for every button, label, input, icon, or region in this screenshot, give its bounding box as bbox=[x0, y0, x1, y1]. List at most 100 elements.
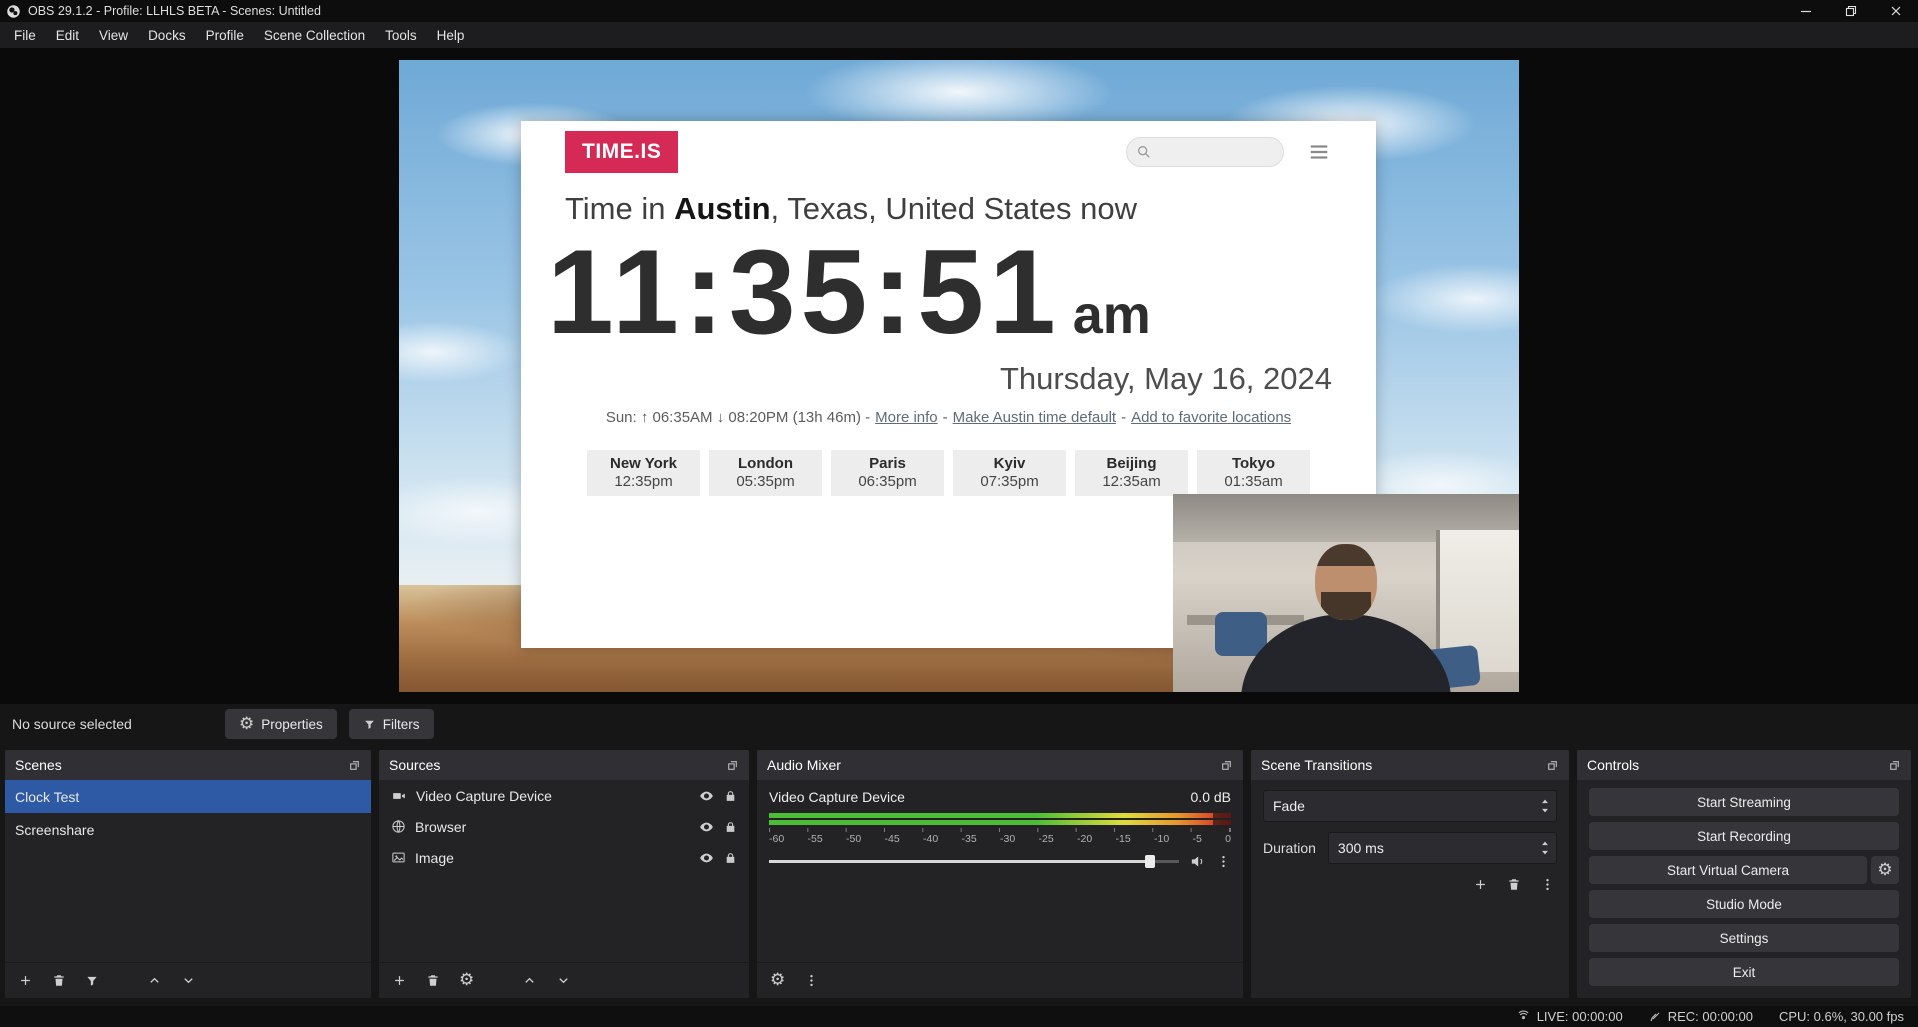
popout-icon[interactable] bbox=[1546, 759, 1559, 772]
docks-area: Scenes Clock Test Screenshare Sources bbox=[0, 744, 1918, 1006]
menu-file[interactable]: File bbox=[4, 22, 46, 48]
visibility-eye-icon[interactable] bbox=[698, 850, 715, 866]
timeis-date: Thursday, May 16, 2024 bbox=[521, 361, 1376, 397]
stream-status-icon bbox=[1517, 1010, 1530, 1023]
filters-button[interactable]: Filters bbox=[349, 709, 434, 739]
scene-item-clock-test[interactable]: Clock Test bbox=[5, 780, 371, 813]
speaker-icon[interactable] bbox=[1189, 853, 1206, 870]
timeis-clock: 11:35:51 am bbox=[521, 227, 1376, 357]
move-source-up-button[interactable] bbox=[522, 973, 537, 988]
statusbar: LIVE: 00:00:00 REC: 00:00:00 CPU: 0.6%, … bbox=[0, 1006, 1918, 1027]
lock-icon[interactable] bbox=[724, 820, 737, 834]
move-source-down-button[interactable] bbox=[556, 973, 571, 988]
timeis-search-input bbox=[1126, 137, 1284, 167]
timeis-heading: Time in Austin, Texas, United States now bbox=[565, 191, 1332, 227]
transition-select[interactable]: Fade bbox=[1263, 790, 1557, 822]
source-item-browser[interactable]: Browser bbox=[379, 811, 749, 842]
studio-mode-button[interactable]: Studio Mode bbox=[1589, 890, 1899, 918]
live-status: LIVE: 00:00:00 bbox=[1517, 1009, 1623, 1024]
selection-status: No source selected bbox=[12, 716, 225, 732]
menu-edit[interactable]: Edit bbox=[46, 22, 89, 48]
maximize-button[interactable] bbox=[1828, 0, 1873, 22]
sources-toolbar: ⚙ bbox=[379, 962, 749, 998]
menu-docks[interactable]: Docks bbox=[138, 22, 196, 48]
popout-icon[interactable] bbox=[1888, 759, 1901, 772]
audio-mixer-toolbar: ⚙ bbox=[757, 962, 1243, 998]
city-card: Beijing12:35am bbox=[1075, 450, 1188, 496]
mixer-device-name: Video Capture Device bbox=[769, 789, 905, 805]
clock-time: 11:35:51 bbox=[547, 227, 1061, 357]
popout-icon[interactable] bbox=[726, 759, 739, 772]
filter-icon bbox=[363, 718, 376, 731]
minimize-button[interactable] bbox=[1783, 0, 1828, 22]
city-card: New York12:35pm bbox=[587, 450, 700, 496]
move-scene-up-button[interactable] bbox=[147, 973, 162, 988]
source-item-video-capture[interactable]: Video Capture Device bbox=[379, 780, 749, 811]
gear-icon: ⚙ bbox=[1877, 862, 1892, 879]
settings-button[interactable]: Settings bbox=[1589, 924, 1899, 952]
duration-input[interactable]: 300 ms bbox=[1328, 832, 1557, 864]
close-button[interactable] bbox=[1873, 0, 1918, 22]
volume-slider-handle[interactable] bbox=[1145, 855, 1155, 868]
city-card: London05:35pm bbox=[709, 450, 822, 496]
controls-panel-header: Controls bbox=[1577, 750, 1911, 780]
add-source-button[interactable] bbox=[392, 973, 407, 988]
remove-transition-button[interactable] bbox=[1507, 877, 1521, 892]
meter-tickmarks bbox=[769, 828, 1231, 832]
remove-source-button[interactable] bbox=[426, 973, 440, 988]
timeis-sun-info: Sun: ↑ 06:35AM ↓ 08:20PM (13h 46m) - Mor… bbox=[521, 409, 1376, 426]
menu-tools[interactable]: Tools bbox=[375, 22, 427, 48]
menu-help[interactable]: Help bbox=[427, 22, 475, 48]
start-streaming-button[interactable]: Start Streaming bbox=[1589, 788, 1899, 816]
remove-scene-button[interactable] bbox=[52, 973, 66, 988]
spinner-updown-icon[interactable] bbox=[1538, 839, 1552, 857]
performance-stats: CPU: 0.6%, 30.00 fps bbox=[1779, 1009, 1904, 1024]
sources-panel-header: Sources bbox=[379, 750, 749, 780]
exit-button[interactable]: Exit bbox=[1589, 958, 1899, 986]
obs-logo-icon bbox=[6, 4, 21, 19]
scene-transitions-panel: Scene Transitions Fade Duration 300 ms bbox=[1251, 750, 1569, 998]
make-default-link: Make Austin time default bbox=[953, 409, 1116, 426]
chevron-updown-icon[interactable] bbox=[1538, 797, 1552, 815]
mixer-level-value: 0.0 dB bbox=[1191, 789, 1231, 805]
properties-button[interactable]: ⚙ Properties bbox=[225, 709, 337, 739]
popout-icon[interactable] bbox=[1220, 759, 1233, 772]
timeis-logo: TIME.IS bbox=[565, 131, 678, 173]
webcam-person-body bbox=[1241, 614, 1451, 692]
lock-icon[interactable] bbox=[724, 851, 737, 865]
scenes-panel: Scenes Clock Test Screenshare bbox=[5, 750, 371, 998]
record-status-icon bbox=[1649, 1011, 1661, 1023]
start-virtual-camera-button[interactable]: Start Virtual Camera bbox=[1589, 856, 1867, 884]
add-favorite-link: Add to favorite locations bbox=[1131, 409, 1291, 426]
hamburger-menu-icon bbox=[1306, 141, 1332, 163]
scene-filters-button[interactable] bbox=[85, 974, 99, 988]
source-toolbar: No source selected ⚙ Properties Filters bbox=[0, 704, 1918, 744]
popout-icon[interactable] bbox=[348, 759, 361, 772]
advanced-audio-button[interactable]: ⚙ bbox=[770, 972, 785, 989]
volume-slider[interactable] bbox=[769, 852, 1179, 870]
visibility-eye-icon[interactable] bbox=[698, 788, 715, 804]
start-recording-button[interactable]: Start Recording bbox=[1589, 822, 1899, 850]
add-scene-button[interactable] bbox=[18, 973, 33, 988]
source-properties-button[interactable]: ⚙ bbox=[459, 972, 474, 989]
preview-canvas[interactable]: TIME.IS Time in Austin, Texas, United St… bbox=[399, 60, 1519, 692]
virtual-camera-config-button[interactable]: ⚙ bbox=[1871, 856, 1899, 884]
scene-item-screenshare[interactable]: Screenshare bbox=[5, 813, 371, 846]
menu-view[interactable]: View bbox=[89, 22, 138, 48]
more-info-link: More info bbox=[875, 409, 938, 426]
mixer-menu-dots-icon[interactable] bbox=[804, 973, 819, 988]
move-scene-down-button[interactable] bbox=[181, 973, 196, 988]
transition-properties-dots-icon[interactable] bbox=[1540, 877, 1555, 892]
audio-mixer-header: Audio Mixer bbox=[757, 750, 1243, 780]
mixer-options-dots-icon[interactable] bbox=[1216, 854, 1231, 869]
webcam-person-head bbox=[1315, 544, 1377, 620]
add-transition-button[interactable] bbox=[1473, 877, 1488, 892]
search-icon bbox=[1136, 144, 1152, 160]
visibility-eye-icon[interactable] bbox=[698, 819, 715, 835]
menu-scene-collection[interactable]: Scene Collection bbox=[254, 22, 375, 48]
scene-transitions-header: Scene Transitions bbox=[1251, 750, 1569, 780]
timeis-header: TIME.IS bbox=[565, 131, 1332, 175]
lock-icon[interactable] bbox=[724, 789, 737, 803]
source-item-image[interactable]: Image bbox=[379, 842, 749, 873]
menu-profile[interactable]: Profile bbox=[196, 22, 254, 48]
